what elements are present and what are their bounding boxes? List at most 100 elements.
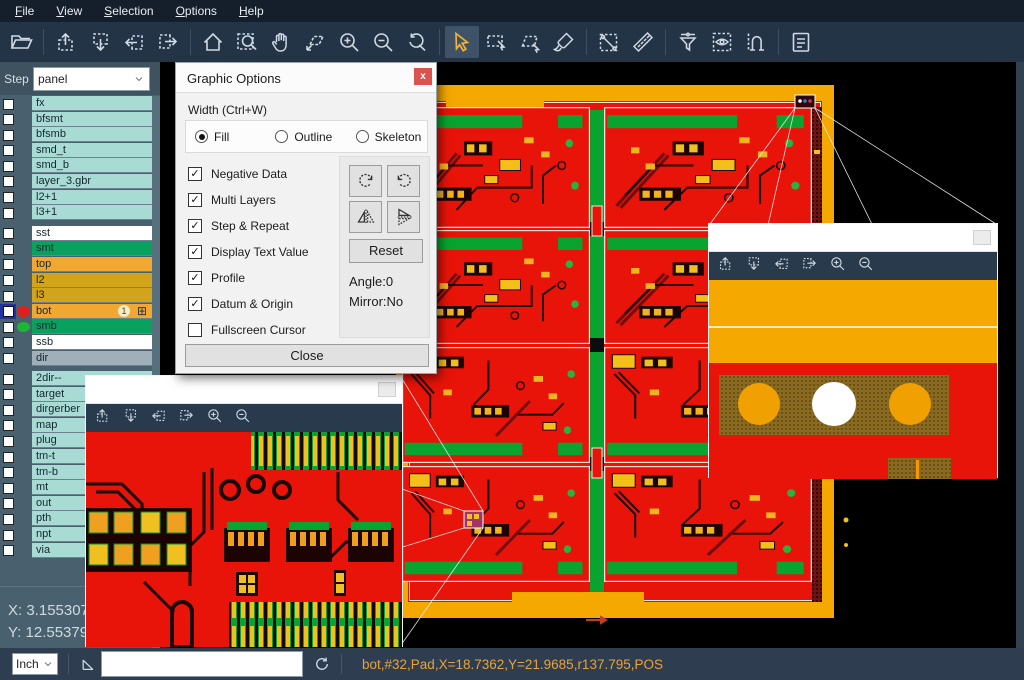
move-down-tool[interactable] — [122, 407, 139, 429]
layer-checkbox[interactable] — [3, 530, 14, 541]
radio-outline[interactable]: Outline — [275, 130, 346, 144]
layer-checkbox[interactable] — [3, 337, 14, 348]
layer-name[interactable]: ssb — [32, 335, 152, 350]
layer-checkbox[interactable] — [3, 114, 14, 125]
layer-checkbox[interactable] — [3, 405, 14, 416]
move-up-tool[interactable] — [717, 255, 734, 277]
layer-name[interactable]: dir — [32, 351, 152, 366]
unit-select[interactable]: Inch — [12, 653, 58, 675]
layer-name[interactable]: smb — [32, 319, 152, 334]
layer-row-bot[interactable]: bot1⊞ — [0, 304, 152, 320]
pan-view-tool[interactable] — [298, 26, 332, 58]
layer-name[interactable]: l2+1 — [32, 190, 152, 205]
layer-row-smd_t[interactable]: smd_t — [0, 143, 152, 159]
checkbox-step-repeat[interactable]: ✓Step & Repeat — [188, 213, 353, 239]
layer-name[interactable]: l2 — [32, 273, 152, 288]
zoom-source-rect-top[interactable] — [795, 95, 815, 108]
layer-row-smt[interactable]: smt — [0, 241, 152, 257]
move-right-tool[interactable] — [151, 26, 185, 58]
move-up-tool[interactable] — [49, 26, 83, 58]
layer-name[interactable]: l3 — [32, 288, 152, 303]
zoom-out-tool[interactable] — [234, 407, 251, 429]
dialog-close-button[interactable]: x — [414, 68, 432, 85]
layer-name[interactable]: l3+1 — [32, 205, 152, 220]
zoom-out-tool[interactable] — [366, 26, 400, 58]
zoom-in-tool[interactable] — [332, 26, 366, 58]
step-select[interactable]: panel — [33, 67, 150, 91]
layer-checkbox[interactable] — [3, 545, 14, 556]
checkbox-negative-data[interactable]: ✓Negative Data — [188, 161, 353, 187]
checkbox-display-text-value[interactable]: ✓Display Text Value — [188, 239, 353, 265]
select-rect-tool[interactable] — [479, 26, 513, 58]
layer-checkbox[interactable] — [3, 275, 14, 286]
move-down-tool[interactable] — [745, 255, 762, 277]
rotate-ccw-button[interactable] — [387, 165, 420, 197]
radio-fill[interactable]: Fill — [195, 130, 266, 144]
zoom-in-tool[interactable] — [206, 407, 223, 429]
move-left-tool[interactable] — [117, 26, 151, 58]
layer-row-l3[interactable]: l3 — [0, 288, 152, 304]
layer-row-l2+1[interactable]: l2+1 — [0, 190, 152, 206]
layer-name[interactable]: bot1⊞ — [32, 304, 152, 319]
move-left-tool[interactable] — [773, 255, 790, 277]
layer-checkbox[interactable] — [3, 420, 14, 431]
layer-name[interactable]: layer_3.gbr — [32, 174, 152, 189]
refresh-icon[interactable] — [313, 655, 331, 673]
layer-name[interactable]: bfsmt — [32, 112, 152, 127]
layer-name[interactable]: sst — [32, 226, 152, 241]
menu-selection[interactable]: Selection — [95, 2, 162, 20]
layer-row-l3+1[interactable]: l3+1 — [0, 205, 152, 221]
menu-options[interactable]: Options — [167, 2, 226, 20]
layer-checkbox[interactable] — [3, 306, 14, 317]
report-tool[interactable] — [784, 26, 818, 58]
radio-skeleton[interactable]: Skeleton — [356, 130, 427, 144]
layer-checkbox[interactable] — [3, 436, 14, 447]
zoom-in-tool[interactable] — [829, 255, 846, 277]
mirror-h-button[interactable] — [349, 201, 382, 233]
layer-checkbox[interactable] — [3, 99, 14, 110]
layer-row-top[interactable]: top — [0, 257, 152, 273]
checkbox-profile[interactable]: ✓Profile — [188, 265, 353, 291]
popup-titlebar[interactable] — [709, 224, 997, 252]
layer-checkbox[interactable] — [3, 145, 14, 156]
open-folder-tool[interactable] — [4, 26, 38, 58]
layer-checkbox[interactable] — [3, 259, 14, 270]
layer-checkbox[interactable] — [3, 291, 14, 302]
select-poly-tool[interactable] — [513, 26, 547, 58]
layer-name[interactable]: bfsmb — [32, 127, 152, 142]
layer-row-sst[interactable]: sst — [0, 226, 152, 242]
layer-row-smb[interactable]: smb — [0, 319, 152, 335]
ruler-tool[interactable] — [626, 26, 660, 58]
close-button[interactable]: Close — [185, 344, 429, 367]
layer-checkbox[interactable] — [3, 228, 14, 239]
layer-checkbox[interactable] — [3, 192, 14, 203]
popup-pcb-view[interactable] — [86, 432, 402, 647]
layer-row-bfsmb[interactable]: bfsmb — [0, 127, 152, 143]
select-cursor-tool[interactable] — [445, 26, 479, 58]
layer-name[interactable]: smd_t — [32, 143, 152, 158]
pan-hand-tool[interactable] — [264, 26, 298, 58]
layer-row-layer_3.gbr[interactable]: layer_3.gbr — [0, 174, 152, 190]
dialog-titlebar[interactable]: Graphic Options x — [176, 63, 436, 93]
layer-checkbox[interactable] — [3, 452, 14, 463]
move-right-tool[interactable] — [178, 407, 195, 429]
layer-row-fx[interactable]: fx — [0, 96, 152, 112]
layer-checkbox[interactable] — [3, 208, 14, 219]
layer-checkbox[interactable] — [3, 483, 14, 494]
layer-name[interactable]: smt — [32, 241, 152, 256]
layer-row-ssb[interactable]: ssb — [0, 335, 152, 351]
measure-distance-tool[interactable] — [592, 26, 626, 58]
checkbox-multi-layers[interactable]: ✓Multi Layers — [188, 187, 353, 213]
layer-checkbox[interactable] — [3, 374, 14, 385]
popup-window-button[interactable] — [378, 382, 396, 397]
layer-checkbox[interactable] — [3, 353, 14, 364]
layer-checkbox[interactable] — [3, 161, 14, 172]
layer-name[interactable]: top — [32, 257, 152, 272]
command-input[interactable] — [101, 651, 303, 677]
layer-checkbox[interactable] — [3, 467, 14, 478]
canvas-scrollbar[interactable] — [1016, 62, 1024, 648]
snap-tool[interactable] — [739, 26, 773, 58]
checkbox-fullscreen-cursor[interactable]: Fullscreen Cursor — [188, 317, 353, 343]
layer-row-l2[interactable]: l2 — [0, 273, 152, 289]
menu-file[interactable]: File — [6, 2, 43, 20]
